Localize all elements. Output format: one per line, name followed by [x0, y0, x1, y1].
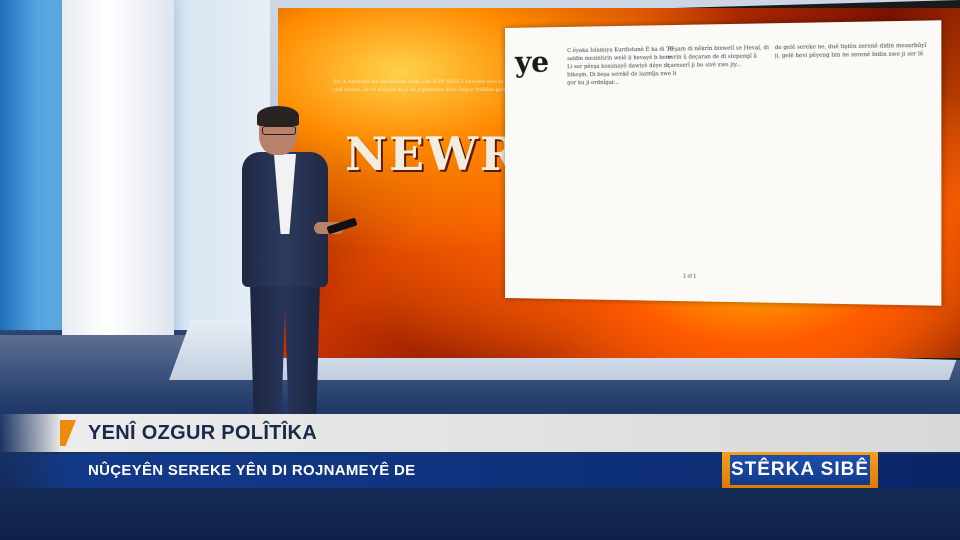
- newspaper-column-2: Rêşam di nêkrîn bixwetî se Heval, di evr…: [668, 44, 773, 290]
- newspaper-column-3: de gelê sereke ne, duê tiştên zerenê did…: [775, 42, 927, 293]
- lower-third-headline: YENÎ OZGUR POLÎTÎKA: [88, 422, 317, 445]
- presenter: [232, 104, 352, 414]
- lower-third-fade: [0, 414, 60, 452]
- program-logo-text: STÊRKA SIBÊ: [731, 459, 869, 481]
- glasses-icon: [262, 126, 296, 135]
- newspaper-headline-fragment: ye: [515, 45, 549, 79]
- studio-pillar: [62, 0, 174, 345]
- newspaper-page: ye C êyaka Islamiya Kurdistanê Ê ka di 7…: [505, 20, 941, 305]
- studio-blue-panel: [0, 0, 40, 330]
- lower-third-subline: NÛÇEYÊN SEREKE YÊN DI ROJNAMEYÊ DE: [88, 462, 416, 479]
- newspaper-column-1: C êyaka Islamiya Kurdistanê Ê ka di 70 s…: [567, 45, 680, 288]
- side-column-text: Îro di navenda we de lîstikên cûda yên K…: [333, 78, 513, 94]
- presenter-trousers: [250, 282, 320, 414]
- newspaper-page-number: 1 of 1: [683, 274, 696, 280]
- program-logo: STÊRKA SIBÊ: [730, 455, 870, 485]
- presenter-hair: [257, 106, 299, 126]
